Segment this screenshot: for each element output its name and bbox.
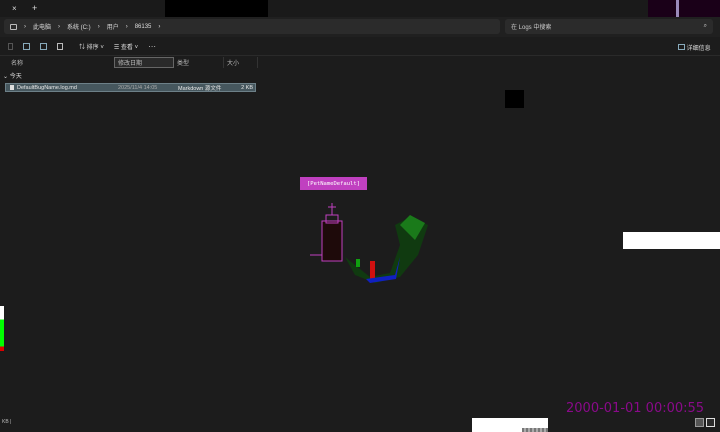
tab-bar: × + [0,0,720,28]
file-type: Markdown 源文件 [178,85,222,92]
copy-icon[interactable] [23,43,30,50]
status-text: KB | [2,419,12,425]
breadcrumb[interactable]: › 此电脑 › 系统 (C:) › 用户 › 86135 › [4,19,500,34]
cut-icon[interactable] [8,43,13,50]
computer-icon [10,23,17,30]
file-date: 2025/11/4 14:05 [118,84,158,91]
search-icon: ⌕ [703,23,707,29]
delete-icon[interactable] [57,43,63,50]
column-headers: 名称 修改日期 类型 大小 [8,57,258,68]
column-date-modified[interactable]: 修改日期 [114,57,174,68]
crumb-system-c[interactable]: 系统 (C:) [67,22,91,31]
overlay-block [648,0,720,18]
separator: › [58,23,61,30]
search-input[interactable]: 在 Logs 中搜索 ⌕ [505,19,713,34]
share-icon[interactable] [40,43,47,50]
separator: › [125,23,128,30]
crumb-user[interactable]: 86135 [135,24,152,30]
chevron-down-icon: ⌄ [3,74,9,80]
file-name: DefaultBugName.log.md [17,84,77,91]
status-bar: KB | [0,416,720,428]
file-size: 2 KB [241,84,253,91]
more-button[interactable]: ··· [148,42,156,51]
column-name[interactable]: 名称 [8,57,114,68]
sort-button[interactable]: ⇅ 排序 ˅ [79,42,104,51]
search-placeholder: 在 Logs 中搜索 [511,25,552,31]
sort-label: 排序 [86,45,99,51]
group-label: 今天 [9,74,22,80]
details-view-button[interactable] [695,418,704,427]
separator: › [158,23,161,30]
close-tab-button[interactable]: × [12,4,17,13]
white-overlay-bottom [472,418,548,432]
view-button[interactable]: ☰ 查看 ˅ [114,42,138,51]
new-tab-button[interactable]: + [32,3,37,13]
column-size[interactable]: 大小 [224,57,258,68]
separator: › [24,23,26,30]
crumb-this-pc[interactable]: 此电脑 [33,22,51,31]
black-square [505,90,524,108]
toolbar: ⇅ 排序 ˅ ☰ 查看 ˅ ··· 详细信息 [0,38,720,56]
pet-sprite[interactable] [300,195,440,290]
level-bar [0,306,4,351]
details-button[interactable]: 详细信息 [678,43,711,52]
pet-name-label: [PetNameDefault] [300,177,367,190]
group-today[interactable]: ⌄ 今天 [3,71,22,80]
tiles-view-button[interactable] [706,418,715,427]
details-label: 详细信息 [686,46,711,52]
timestamp-overlay: 2000-01-01 00:00:55 [566,401,705,416]
white-overlay [623,232,720,249]
details-pane-icon [678,44,685,50]
separator: › [97,23,100,30]
column-type[interactable]: 类型 [174,57,224,68]
view-label: 查看 [120,45,133,51]
file-icon [10,85,14,90]
file-row[interactable]: DefaultBugName.log.md 2025/11/4 14:05 Ma… [5,83,256,92]
crumb-users[interactable]: 用户 [107,22,119,31]
